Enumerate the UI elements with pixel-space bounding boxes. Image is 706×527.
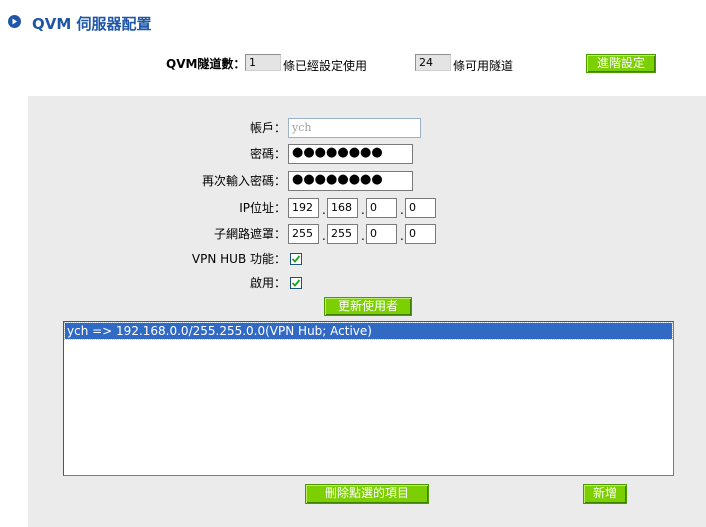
page-title: QVM 伺服器配置 — [32, 15, 152, 33]
ip-separator: . — [322, 203, 326, 217]
vpn-hub-label: VPN HUB 功能： — [191, 252, 286, 266]
ip-octet-3[interactable]: 0 — [366, 198, 397, 218]
ip-separator: . — [361, 203, 365, 217]
checkmark-icon — [291, 255, 301, 263]
checkmark-icon — [291, 279, 301, 287]
subnet-octet-1[interactable]: 255 — [288, 224, 319, 244]
subnet-separator: . — [400, 229, 404, 243]
used-tunnels-field: 1 — [245, 54, 281, 71]
ip-separator: . — [400, 203, 404, 217]
account-field[interactable]: ych — [288, 118, 421, 138]
vpn-hub-checkbox[interactable] — [290, 253, 302, 265]
subnet-octet-3[interactable]: 0 — [366, 224, 397, 244]
ip-octet-2[interactable]: 168 — [327, 198, 358, 218]
circle-arrow-right-icon — [8, 15, 21, 28]
password-label: 密碼： — [249, 147, 286, 161]
subnet-separator: . — [322, 229, 326, 243]
enabled-label: 啟用： — [249, 276, 286, 290]
subnet-octet-4[interactable]: 0 — [405, 224, 436, 244]
add-button[interactable]: 新增 — [583, 484, 627, 504]
subnet-mask-label: 子網路遮罩： — [213, 227, 286, 241]
update-user-button[interactable]: 更新使用者 — [324, 297, 412, 316]
enabled-checkbox[interactable] — [290, 277, 302, 289]
advanced-settings-button[interactable]: 進階設定 — [586, 54, 656, 73]
ip-octet-4[interactable]: 0 — [405, 198, 436, 218]
available-tunnels-suffix: 條可用隧道 — [453, 59, 514, 73]
password-field[interactable]: ●●●●●●●● — [288, 144, 413, 164]
delete-selected-button[interactable]: 刪除點選的項目 — [305, 484, 429, 504]
ip-address-label: IP位址： — [239, 201, 286, 215]
used-tunnels-suffix: 條已經設定使用 — [283, 59, 368, 73]
confirm-password-field[interactable]: ●●●●●●●● — [288, 171, 413, 191]
user-list[interactable]: ych => 192.168.0.0/255.255.0.0(VPN Hub; … — [63, 321, 674, 476]
subnet-octet-2[interactable]: 255 — [327, 224, 358, 244]
subnet-separator: . — [361, 229, 365, 243]
tunnel-count-label: QVM隧道數： — [166, 57, 246, 71]
list-item[interactable]: ych => 192.168.0.0/255.255.0.0(VPN Hub; … — [64, 322, 673, 340]
confirm-password-label: 再次輸入密碼： — [201, 174, 286, 188]
available-tunnels-field: 24 — [415, 54, 451, 71]
ip-octet-1[interactable]: 192 — [288, 198, 319, 218]
account-label: 帳戶： — [249, 121, 286, 135]
